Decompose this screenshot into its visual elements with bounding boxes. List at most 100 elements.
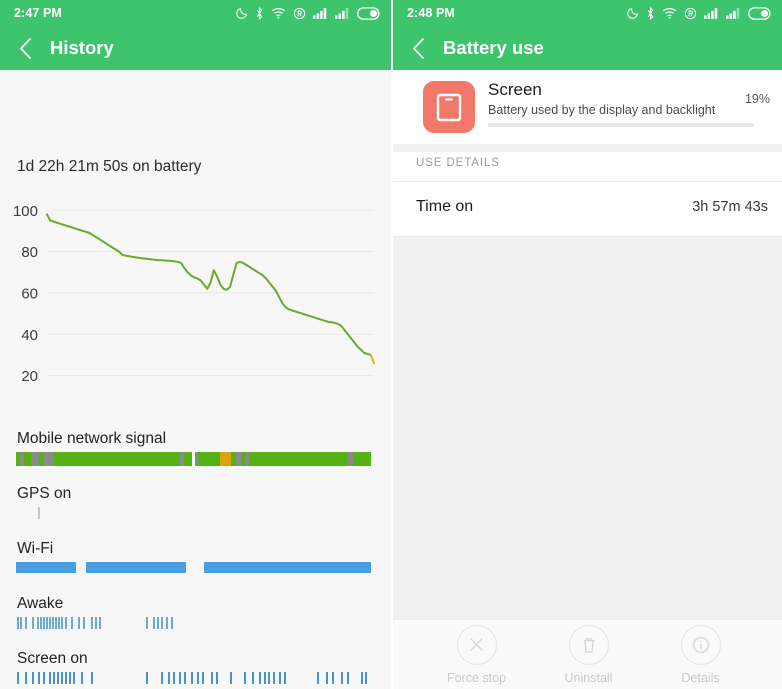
event-tick bbox=[284, 672, 286, 684]
signal-segment bbox=[249, 452, 347, 466]
event-tick bbox=[202, 672, 204, 684]
event-tick bbox=[264, 672, 266, 684]
y-axis-tick: 20 bbox=[21, 368, 38, 385]
signal-segment bbox=[353, 452, 371, 466]
wifi-icon bbox=[271, 7, 286, 19]
event-tick bbox=[252, 672, 254, 684]
y-axis-tick: 60 bbox=[21, 285, 38, 302]
event-tick bbox=[49, 672, 51, 684]
event-tick bbox=[55, 617, 57, 629]
event-tick bbox=[230, 672, 232, 684]
wifi-icon bbox=[662, 7, 677, 19]
event-tick bbox=[317, 672, 319, 684]
details-button[interactable]: Details bbox=[662, 624, 740, 685]
event-tick bbox=[52, 617, 54, 629]
signal-segment bbox=[220, 452, 231, 466]
signal-bars-alt-icon bbox=[335, 8, 349, 19]
wifi-segment bbox=[204, 562, 371, 573]
y-axis-tick: 100 bbox=[13, 203, 38, 220]
event-tick bbox=[326, 672, 328, 684]
phone-screen-history: 2:47 PM History 1d 22h 21m 50s on batter… bbox=[0, 0, 391, 689]
app-description: Battery used by the display and backligh… bbox=[488, 103, 716, 117]
event-tick bbox=[153, 617, 155, 629]
back-arrow-icon[interactable] bbox=[407, 37, 429, 59]
event-tick bbox=[57, 672, 59, 684]
bluetooth-icon bbox=[647, 6, 654, 20]
event-tick bbox=[61, 617, 63, 629]
roaming-icon bbox=[684, 7, 697, 19]
event-tick bbox=[53, 672, 55, 684]
event-tick bbox=[38, 672, 40, 684]
event-tick bbox=[173, 672, 175, 684]
detail-key: Time on bbox=[416, 198, 474, 215]
signal-bars-icon bbox=[313, 8, 327, 19]
event-tick bbox=[32, 617, 34, 629]
event-tick bbox=[25, 672, 27, 684]
track-canvas bbox=[16, 617, 371, 631]
moon-icon bbox=[627, 7, 639, 19]
back-arrow-icon[interactable] bbox=[14, 37, 36, 59]
detail-row-time-on[interactable]: Time on 3h 57m 43s bbox=[393, 182, 782, 236]
event-tick bbox=[341, 672, 343, 684]
app-name: Screen bbox=[488, 80, 542, 99]
battery-level-chart: 100 80 60 40 20 bbox=[0, 188, 391, 388]
event-tick bbox=[81, 672, 83, 684]
event-tick bbox=[43, 672, 45, 684]
event-tick bbox=[191, 672, 193, 684]
battery-icon bbox=[357, 6, 380, 20]
event-tick bbox=[71, 617, 73, 629]
history-content: 1d 22h 21m 50s on battery 100 80 60 40 20 Mo… bbox=[0, 70, 391, 689]
empty-area bbox=[393, 237, 782, 622]
section-divider bbox=[393, 144, 782, 152]
event-tick bbox=[268, 672, 270, 684]
signal-bars-icon bbox=[704, 8, 718, 19]
event-tick bbox=[146, 672, 148, 684]
track-canvas bbox=[16, 452, 371, 466]
event-tick bbox=[83, 617, 85, 629]
status-time: 2:48 PM bbox=[407, 6, 455, 20]
event-tick bbox=[78, 617, 80, 629]
event-tick bbox=[65, 672, 67, 684]
bluetooth-icon bbox=[256, 6, 263, 20]
moon-icon bbox=[236, 7, 248, 19]
battery-use-content: Screen Battery used by the display and b… bbox=[393, 70, 782, 689]
event-tick bbox=[40, 617, 42, 629]
phone-screen-battery-use: 2:48 PM Battery use Screen Battery used … bbox=[391, 0, 782, 689]
event-tick bbox=[65, 617, 67, 629]
event-tick bbox=[46, 617, 48, 629]
track-label: GPS on bbox=[17, 485, 72, 502]
signal-segment bbox=[44, 452, 54, 466]
uninstall-button[interactable]: Uninstall bbox=[550, 624, 628, 685]
uninstall-label: Uninstall bbox=[564, 670, 613, 685]
roaming-icon bbox=[293, 7, 306, 19]
event-tick bbox=[179, 672, 181, 684]
event-tick bbox=[211, 672, 213, 684]
y-axis-tick: 40 bbox=[21, 327, 38, 344]
event-tick bbox=[171, 617, 173, 629]
app-summary-card[interactable]: Screen Battery used by the display and b… bbox=[393, 70, 782, 144]
event-tick bbox=[168, 672, 170, 684]
event-tick bbox=[161, 672, 163, 684]
event-tick bbox=[91, 617, 93, 629]
battery-icon bbox=[748, 6, 771, 20]
event-tick bbox=[259, 672, 261, 684]
event-tick bbox=[49, 617, 51, 629]
event-tick bbox=[197, 672, 199, 684]
status-time: 2:47 PM bbox=[14, 6, 62, 20]
signal-segment bbox=[24, 452, 31, 466]
app-bar-right: Battery use bbox=[393, 26, 782, 70]
event-tick bbox=[58, 617, 60, 629]
track-canvas bbox=[16, 562, 371, 576]
event-tick bbox=[61, 672, 63, 684]
track-label: Screen on bbox=[17, 650, 88, 667]
page-title: History bbox=[50, 37, 114, 58]
force-stop-button[interactable]: Force stop bbox=[438, 624, 516, 685]
event-tick bbox=[184, 672, 186, 684]
track-label: Wi-Fi bbox=[17, 540, 54, 557]
event-tick bbox=[95, 617, 97, 629]
status-icon-group bbox=[235, 6, 381, 20]
event-tick bbox=[332, 672, 334, 684]
wifi-segment bbox=[16, 562, 76, 573]
signal-segment bbox=[184, 452, 192, 466]
event-tick bbox=[347, 672, 349, 684]
